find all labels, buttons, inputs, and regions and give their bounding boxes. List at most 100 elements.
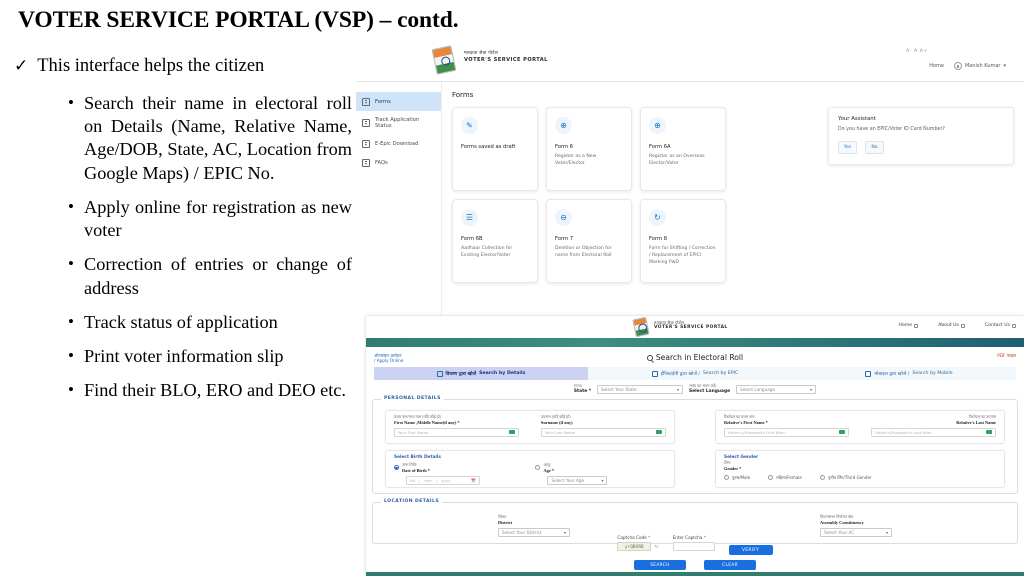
captcha-actions: Captcha Code * yrQBXRB ↻ Enter Captcha * (366, 535, 1024, 570)
state-language-row: राज्य/State * Select Your State ▾ भाषा का… (374, 383, 1016, 395)
brand-block: मतदाता सेवा पोर्टल VOTER'S SERVICE PORTA… (464, 51, 548, 63)
tab-search-by-details[interactable]: विवरण द्वारा खोजें Search by Details (374, 367, 588, 380)
bullet-glyph: • (68, 254, 74, 274)
form-card-draft[interactable]: ✎ Forms saved as draft (452, 107, 538, 191)
age-select[interactable]: Select Your Age ▾ (547, 475, 608, 485)
sidebar-item-forms[interactable]: Forms (356, 92, 441, 111)
form-card-form-6[interactable]: ⊕ Form 6 Register as a New Voter/Elector (546, 107, 632, 191)
gender-label: लिंग/Gender * (724, 461, 742, 471)
list-item: • Apply online for registration as new v… (62, 196, 352, 242)
verify-button[interactable]: VERIFY (728, 545, 773, 555)
sidebar-item-label: E-Epic Download (375, 140, 419, 147)
nav-about-us-link[interactable]: About Us (938, 323, 965, 328)
search-heading: Search in Electoral Roll (366, 353, 1024, 362)
dob-radio-row[interactable]: जन्म तिथि/Date of Birth * (394, 463, 525, 473)
nav-home-link[interactable]: Home (899, 323, 919, 328)
page-title: VOTER SERVICE PORTAL (VSP) – contd. (18, 7, 459, 33)
first-name-label: प्रथम नाम/मध्य नाम (यदि कोई हो) First Nam… (394, 415, 460, 425)
assembly-constituency-field: विधानसभा निर्वाचन क्षेत्र Assembly Consti… (820, 515, 892, 537)
details-icon (436, 370, 443, 377)
list-item-label: Print voter information slip (84, 346, 284, 367)
search-button[interactable]: SEARCH (634, 560, 686, 570)
age-label-en: Age * (543, 467, 555, 473)
female-radio[interactable] (768, 475, 774, 481)
clear-button[interactable]: CLEAR (704, 560, 756, 570)
list-item-label: Apply online for registration as new vot… (84, 196, 352, 241)
search-icon (646, 355, 653, 361)
enter-captcha-label: Enter Captcha * (672, 535, 706, 540)
enter-captcha-input[interactable] (672, 542, 715, 551)
age-radio[interactable] (535, 465, 541, 471)
sidebar-item-track-application-status[interactable]: Track Application Status (356, 111, 441, 134)
form-card-form-8[interactable]: ↻ Form 8 Form for Shifting / Correction … (640, 199, 726, 283)
external-link-icon (960, 323, 965, 328)
bullet-glyph: • (68, 196, 74, 216)
relative-first-name-input[interactable]: Father's/Husband's First Nam (724, 427, 850, 437)
personal-details-legend: PERSONAL DETAILS (381, 395, 444, 401)
assistant-yes-button[interactable]: Yes (838, 141, 857, 154)
assistant-question: Do you have an EPIC/Voter ID Card Number… (838, 127, 945, 132)
first-name-input[interactable]: Your First Name (394, 427, 520, 437)
captcha-code-label: Captcha Code * (617, 535, 651, 540)
form-card-form-7[interactable]: ⊖ Form 7 Deletion or Objection for name … (546, 199, 632, 283)
ac-label: विधानसभा निर्वाचन क्षेत्र Assembly Consti… (820, 515, 864, 525)
list-item-label: Track status of application (84, 311, 278, 332)
pdf-link[interactable]: PDF फाइल (997, 353, 1016, 359)
slide: VOTER SERVICE PORTAL (VSP) – contd. ✓ Th… (0, 0, 1024, 576)
epic-icon (651, 370, 658, 377)
language-flag-icon (656, 430, 662, 435)
form-card-form-6b[interactable]: ☰ Form 6B Aadhaar Collection for Existin… (452, 199, 538, 283)
assistant-buttons: Yes No (838, 141, 1004, 154)
sidebar-item-e-epic-download[interactable]: E-Epic Download (356, 134, 441, 153)
list-item: • Correction of entries or change of add… (62, 253, 352, 299)
language-select[interactable]: Select Language ▾ (736, 384, 817, 394)
forms-body: Forms Track Application Status E-Epic Do… (356, 82, 1024, 322)
male-radio[interactable] (724, 475, 729, 481)
forms-heading: Forms (452, 91, 474, 99)
refresh-captcha-icon[interactable]: ↻ (654, 544, 658, 550)
list-item-label: Correction of entries or change of addre… (84, 254, 352, 298)
font-size-control[interactable]: A- A A+ (906, 49, 928, 54)
card-desc: Aadhaar Collection for Existing Elector/… (461, 246, 513, 258)
district-label: जिला/District (498, 515, 513, 525)
gender-option-male[interactable]: पुरुष/Male (724, 475, 750, 481)
footer-bar (366, 572, 1024, 576)
user-menu[interactable]: Manish Kumar ▾ (953, 62, 1006, 70)
dob-radio[interactable] (394, 465, 399, 471)
dob-input[interactable]: dd | mm | yyyy 📅 (406, 475, 480, 485)
card-desc: Register as a New Voter/Elector (555, 154, 597, 166)
nav-contact-us-link[interactable]: Contact Us (985, 323, 1016, 328)
age-radio-row[interactable]: आयु/Age * (535, 463, 666, 473)
relative-last-name-input[interactable]: Father's/Husband's Last Nam (870, 427, 996, 437)
tab-search-by-mobile[interactable]: मोबाइल द्वारा खोजें / Search by Mobile (802, 367, 1016, 380)
birth-legend: Select Birth Details (394, 455, 441, 460)
card-title: Form 6 (555, 144, 574, 150)
language-flag-icon (839, 430, 846, 435)
form-card-form-6a[interactable]: ⊕ Form 6A Register as an Overseas Electo… (640, 107, 726, 191)
mobile-icon (865, 370, 872, 377)
card-desc: Form for Shifting / Correction / Replace… (649, 246, 716, 265)
external-link-icon (1012, 323, 1016, 328)
external-link-icon (914, 323, 919, 328)
assistant-no-button[interactable]: No (865, 141, 884, 154)
teal-ribbon (366, 338, 1024, 347)
search-page: ऑनलाइन आवेदन / Apply Online Search in El… (366, 347, 1024, 576)
nav-home-link[interactable]: Home (929, 63, 944, 69)
district-field: जिला/District Select Your District ▾ (498, 515, 570, 537)
bullet-glyph: • (68, 346, 74, 366)
chevron-down-icon: ▾ (677, 386, 680, 392)
top-nav: Home About Us Contact Us (899, 323, 1016, 328)
state-select[interactable]: Select Your State ▾ (597, 384, 684, 394)
vsp-search-screenshot: मतदाता सेवा पोर्टल VOTER'S SERVICE PORTA… (366, 316, 1024, 576)
assistant-panel: Your Assistant Do you have an EPIC/Voter… (828, 107, 1014, 165)
sidebar-item-label: Forms (375, 98, 391, 105)
gender-option-female[interactable]: महिला/Female (768, 475, 802, 481)
gender-option-third-gender[interactable]: तृतीय लिंग/Third Gender (819, 475, 872, 481)
surname-input[interactable]: Your Last Name (540, 427, 666, 437)
list-item: • Track status of application (62, 311, 352, 334)
language-flag-icon (509, 430, 516, 435)
dob-label-en: Date of Birth * (402, 467, 430, 473)
third-gender-radio[interactable] (819, 475, 825, 481)
sidebar-item-faqs[interactable]: FAQs (356, 153, 441, 172)
tab-search-by-epic[interactable]: ईपिक/ईपी द्वारा खोजें / Search by EPIC (588, 367, 802, 380)
